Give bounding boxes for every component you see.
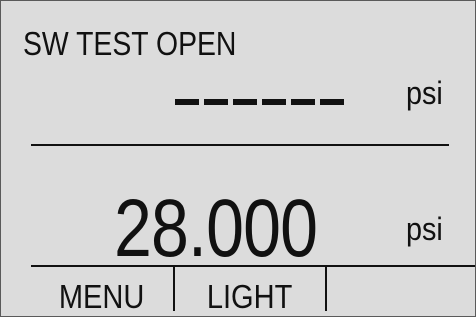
secondary-reading-dashes	[175, 99, 344, 105]
dash-segment	[233, 99, 257, 105]
dash-segment	[320, 99, 344, 105]
middle-divider	[31, 144, 449, 146]
blank-softkey[interactable]	[327, 267, 475, 316]
status-text: SW TEST OPEN	[23, 25, 237, 62]
softkey-label: MENU	[59, 278, 145, 315]
lcd-display: SW TEST OPEN psi 28.000 psi MENU LIGHT	[0, 0, 476, 317]
dash-segment	[262, 99, 286, 105]
primary-unit: psi	[406, 211, 443, 247]
softkey-label: LIGHT	[207, 278, 293, 315]
dash-segment	[204, 99, 228, 105]
secondary-unit: psi	[406, 75, 443, 111]
primary-reading: 28.000	[114, 183, 318, 274]
light-softkey[interactable]: LIGHT	[175, 267, 325, 316]
menu-softkey[interactable]: MENU	[31, 267, 173, 316]
dash-segment	[291, 99, 315, 105]
dash-segment	[175, 99, 199, 105]
